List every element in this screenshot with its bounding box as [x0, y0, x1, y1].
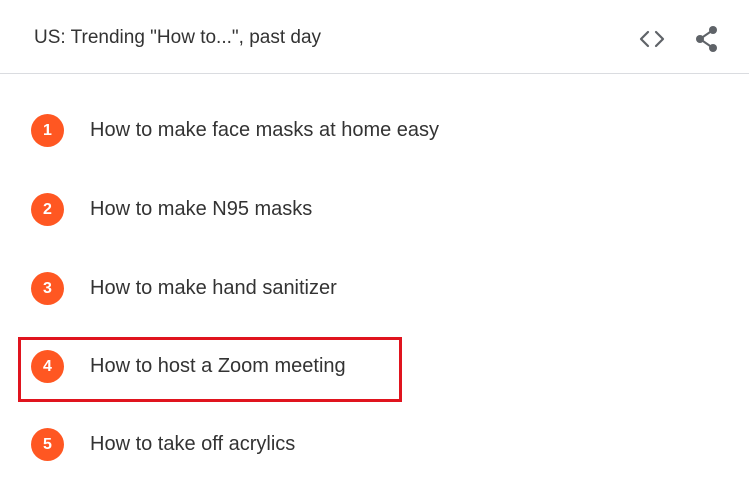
rank-badge: 4	[31, 350, 64, 383]
share-icon[interactable]	[692, 24, 722, 54]
rank-badge: 1	[31, 114, 64, 147]
list-item[interactable]: 1 How to make face masks at home easy	[0, 100, 749, 160]
list-item-label: How to make N95 masks	[90, 198, 313, 220]
widget-title: US: Trending "How to...", past day	[34, 27, 322, 48]
rank-badge: 2	[31, 193, 64, 226]
list-item[interactable]: 5 How to take off acrylics	[0, 414, 749, 474]
embed-code-icon[interactable]	[637, 24, 667, 54]
list-item-label: How to host a Zoom meeting	[90, 355, 346, 377]
list-item-label: How to make hand sanitizer	[90, 277, 337, 299]
list-item-label: How to take off acrylics	[90, 433, 296, 455]
rank-badge: 3	[31, 272, 64, 305]
list-item[interactable]: 4 How to host a Zoom meeting	[0, 336, 749, 396]
list-item[interactable]: 2 How to make N95 masks	[0, 179, 749, 239]
rank-badge: 5	[31, 428, 64, 461]
list-item-label: How to make face masks at home easy	[90, 119, 440, 141]
list-item[interactable]: 3 How to make hand sanitizer	[0, 258, 749, 318]
widget-header: US: Trending "How to...", past day	[0, 0, 749, 74]
